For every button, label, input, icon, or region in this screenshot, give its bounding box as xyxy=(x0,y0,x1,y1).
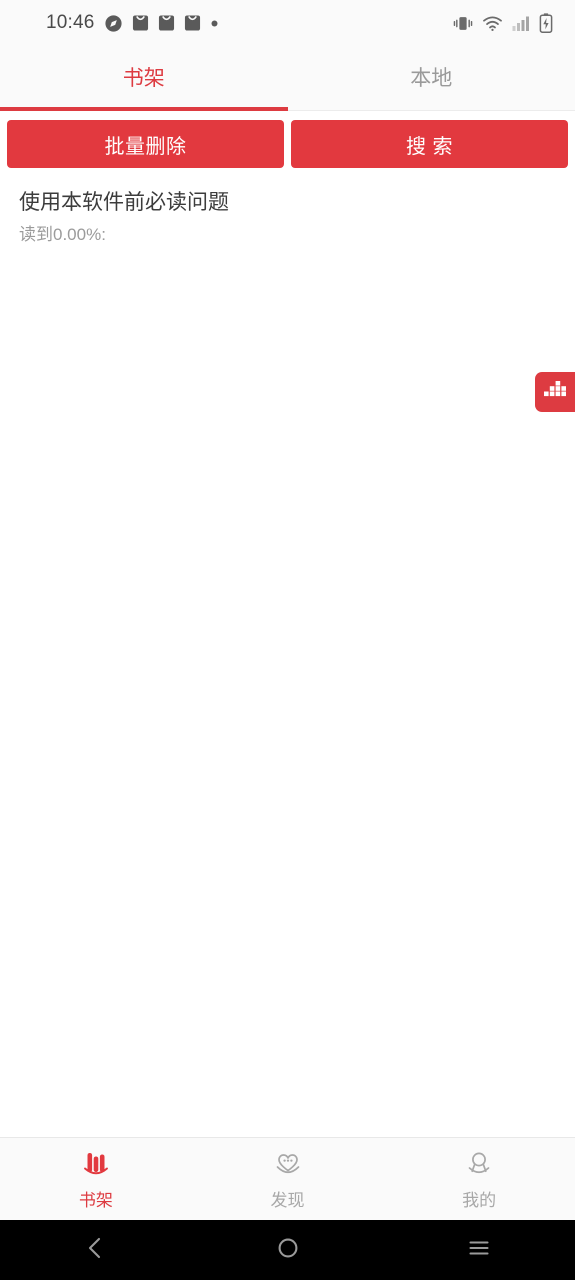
wifi-icon xyxy=(482,15,503,32)
system-navigation-bar xyxy=(0,1220,575,1280)
system-home-button[interactable] xyxy=(192,1220,384,1280)
status-clock: 10:46 xyxy=(46,12,95,33)
list-item[interactable]: 使用本软件前必读问题 读到0.00%: xyxy=(0,176,575,258)
mail-icon xyxy=(184,14,201,32)
search-button[interactable]: 搜 索 xyxy=(291,120,568,168)
battery-charging-icon xyxy=(539,13,553,33)
nav-item-profile[interactable]: 我的 xyxy=(383,1138,575,1220)
books-icon xyxy=(80,1147,112,1181)
home-icon xyxy=(275,1235,301,1266)
book-progress: 读到0.00%: xyxy=(19,225,106,245)
book-title: 使用本软件前必读问题 xyxy=(19,191,229,214)
nav-item-profile-label: 我的 xyxy=(462,1191,497,1210)
action-button-row: 批量删除 搜 索 xyxy=(0,111,575,176)
system-back-button[interactable] xyxy=(0,1220,192,1280)
heart-discover-icon xyxy=(272,1147,304,1181)
bar-chart-icon xyxy=(544,381,566,403)
dot-icon xyxy=(210,19,219,28)
mail-icon xyxy=(158,14,175,32)
mail-icon xyxy=(132,14,149,32)
tab-bookshelf[interactable]: 书架 xyxy=(0,46,288,111)
recents-icon xyxy=(466,1235,492,1266)
status-bar-right xyxy=(453,13,553,33)
person-icon xyxy=(463,1147,495,1181)
nav-item-bookshelf-label: 书架 xyxy=(78,1191,113,1210)
tab-bookshelf-label: 书架 xyxy=(122,66,165,90)
compass-icon xyxy=(104,14,123,33)
signal-bars-icon xyxy=(512,15,530,32)
nav-item-discover-label: 发现 xyxy=(270,1191,305,1210)
tab-local-label: 本地 xyxy=(410,66,453,90)
bar-chart-fab-button[interactable] xyxy=(535,372,575,412)
system-recents-button[interactable] xyxy=(383,1220,575,1280)
status-bar-left: 10:46 xyxy=(46,12,219,34)
vibrate-icon xyxy=(453,15,473,32)
back-icon xyxy=(83,1235,109,1266)
top-tab-bar: 书架 本地 xyxy=(0,46,575,111)
nav-item-discover[interactable]: 发现 xyxy=(192,1138,384,1220)
status-bar: 10:46 xyxy=(0,0,575,46)
phone-screen: 10:46 书架 本地 批量删除 搜 索 使用本软件前必读问题 读到0.00%:… xyxy=(0,0,575,1280)
bottom-navigation-bar: 书架 发现 我的 xyxy=(0,1137,575,1220)
tab-local[interactable]: 本地 xyxy=(288,46,575,110)
book-list: 使用本软件前必读问题 读到0.00%: xyxy=(0,176,575,1137)
nav-item-bookshelf[interactable]: 书架 xyxy=(0,1138,192,1220)
batch-delete-button[interactable]: 批量删除 xyxy=(7,120,284,168)
